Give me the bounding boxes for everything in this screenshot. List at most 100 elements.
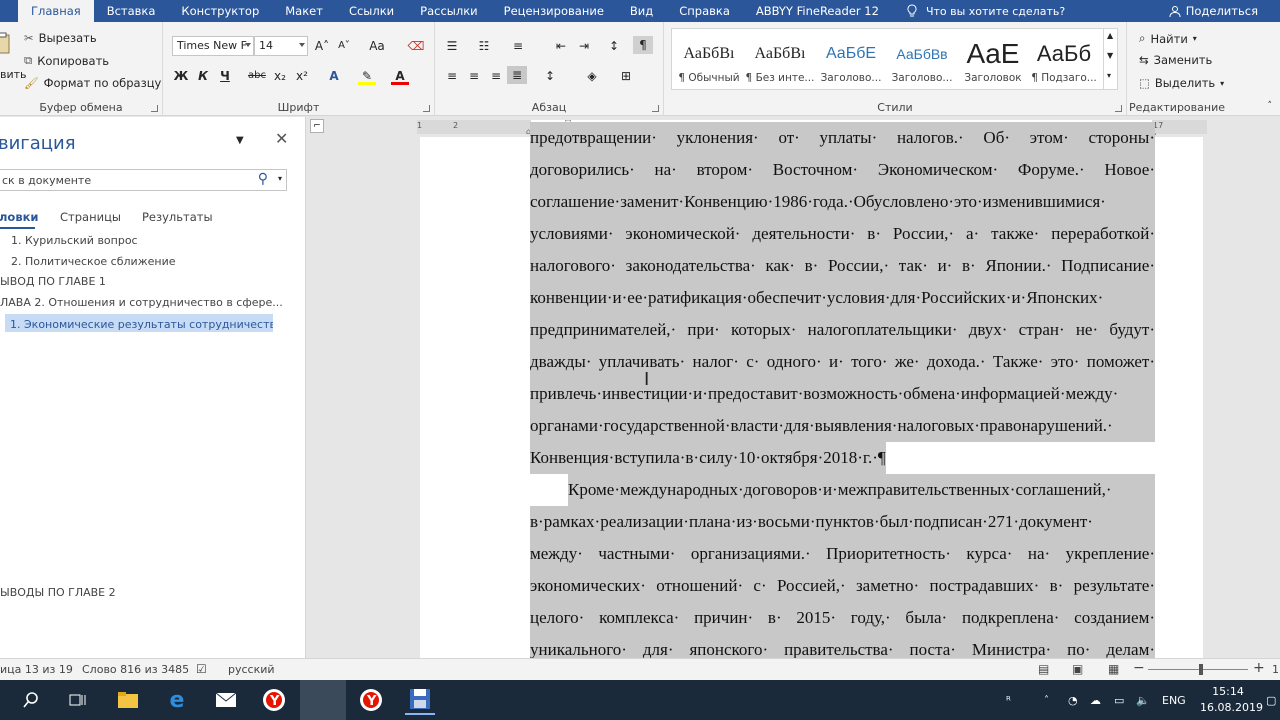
replace-button[interactable]: ⇆ Заменить: [1139, 53, 1212, 67]
style-normal[interactable]: АаБбВı ¶ Обычный: [674, 36, 744, 94]
nav-heading-item[interactable]: ЫВОДЫ ПО ГЛАВЕ 2: [0, 586, 116, 599]
ribbon-tab-3[interactable]: Макет: [272, 0, 336, 22]
mail-icon[interactable]: [211, 685, 241, 715]
text-effects-icon[interactable]: A: [325, 67, 343, 85]
print-layout-icon[interactable]: ▣: [1072, 662, 1083, 676]
nav-tab-results[interactable]: Результаты: [142, 210, 213, 224]
task-view-icon[interactable]: [63, 685, 93, 715]
style-heading-1[interactable]: АаБбЕ Заголово...: [816, 36, 886, 94]
show-formatting-button[interactable]: ¶: [633, 36, 653, 54]
styles-scroll[interactable]: ▲ ▼ ▾: [1103, 29, 1117, 89]
chevron-down-icon[interactable]: ▾: [278, 174, 282, 183]
zoom-out-button[interactable]: −: [1133, 660, 1145, 676]
ribbon-tab-4[interactable]: Ссылки: [336, 0, 407, 22]
format-painter-button[interactable]: 🖌 Формат по образцу: [24, 76, 161, 90]
decrease-indent-icon[interactable]: ⇤: [552, 37, 570, 55]
borders-icon[interactable]: ⊞: [617, 67, 635, 85]
ribbon-tab-6[interactable]: Рецензирование: [491, 0, 617, 22]
align-center-icon[interactable]: ≡: [465, 67, 483, 85]
paragraph-launcher-icon[interactable]: [652, 105, 659, 112]
save-app-icon[interactable]: [405, 685, 435, 715]
taskbar-active-slot[interactable]: [300, 680, 346, 720]
nav-heading-item[interactable]: ЛАВА 2. Отношения и сотрудничество в сфе…: [0, 296, 283, 309]
align-left-icon[interactable]: ≡: [443, 67, 461, 85]
paste-label[interactable]: вить: [0, 68, 27, 81]
copy-button[interactable]: ⧉ Копировать: [24, 53, 109, 68]
share-button[interactable]: Поделиться: [1169, 0, 1258, 22]
ribbon-tab-9[interactable]: ABBYY FineReader 12: [743, 0, 892, 22]
document-text[interactable]: предотвращении· уклонения· от· уплаты· н…: [530, 122, 1155, 658]
proofing-icon[interactable]: ☑: [196, 662, 207, 676]
nav-tab-pages[interactable]: Страницы: [60, 210, 121, 224]
styles-more-icon[interactable]: ▾: [1107, 71, 1111, 80]
volume-icon[interactable]: 🔈: [1136, 680, 1150, 720]
styles-launcher-icon[interactable]: [1115, 105, 1122, 112]
font-name-select[interactable]: Times New F: [172, 36, 254, 56]
ribbon-tab-1[interactable]: Вставка: [94, 0, 169, 22]
ribbon-tab-5[interactable]: Рассылки: [407, 0, 490, 22]
zoom-percent[interactable]: 1: [1272, 663, 1279, 676]
sort-icon[interactable]: ↕: [605, 37, 623, 55]
battery-icon[interactable]: ▭: [1114, 680, 1124, 720]
search-icon[interactable]: [16, 685, 46, 715]
cut-button[interactable]: ✂ Вырезать: [24, 31, 97, 45]
page-count[interactable]: ица 13 из 19: [0, 663, 73, 676]
yandex-browser-icon[interactable]: Y: [259, 685, 289, 715]
notifications-icon[interactable]: ▢: [1266, 680, 1276, 720]
font-size-select[interactable]: 14: [254, 36, 308, 56]
nav-tab-headings[interactable]: ловки: [0, 210, 38, 224]
style-title[interactable]: AaE Заголовок: [958, 36, 1028, 94]
clock[interactable]: 15:14 16.08.2019: [1200, 684, 1263, 716]
font-launcher-icon[interactable]: [423, 105, 430, 112]
select-button[interactable]: ⬚ Выделить ▾: [1139, 76, 1224, 90]
find-button[interactable]: ⌕ Найти ▾: [1139, 31, 1197, 46]
read-mode-icon[interactable]: ▤: [1038, 662, 1049, 676]
styles-up-icon[interactable]: ▲: [1107, 31, 1113, 40]
tab-selector-icon[interactable]: ⌐: [310, 119, 324, 133]
yandex-icon[interactable]: Y: [356, 685, 386, 715]
style-subtitle[interactable]: АаБб ¶ Подзаго...: [1029, 36, 1099, 94]
highlight-icon[interactable]: ✎: [358, 67, 376, 85]
numbering-icon[interactable]: ☷: [475, 37, 493, 55]
shrink-font-button[interactable]: A˅: [335, 37, 353, 55]
styles-down-icon[interactable]: ▼: [1107, 51, 1113, 60]
web-layout-icon[interactable]: ▦: [1108, 662, 1119, 676]
cloud-icon[interactable]: ☁: [1090, 680, 1101, 720]
ribbon-tab-8[interactable]: Справка: [666, 0, 743, 22]
font-color-icon[interactable]: A: [391, 67, 409, 85]
align-right-icon[interactable]: ≡: [487, 67, 505, 85]
input-language[interactable]: ENG: [1162, 680, 1186, 720]
italic-button[interactable]: К: [194, 67, 212, 85]
grow-font-button[interactable]: A˄: [313, 37, 331, 55]
strikethrough-button[interactable]: abc: [248, 67, 266, 85]
nav-heading-item[interactable]: 1. Курильский вопрос: [11, 234, 138, 247]
nav-heading-item[interactable]: 2. Политическое сближение: [11, 255, 175, 268]
ribbon-tab-2[interactable]: Конструктор: [168, 0, 272, 22]
nav-heading-item[interactable]: ЫВОД ПО ГЛАВЕ 1: [0, 275, 106, 288]
clear-formatting-icon[interactable]: ⌫: [407, 37, 425, 55]
network-icon[interactable]: ◔: [1068, 680, 1078, 720]
clipboard-launcher-icon[interactable]: [151, 105, 158, 112]
underline-button[interactable]: Ч: [216, 67, 234, 85]
multilevel-list-icon[interactable]: ≡: [509, 37, 527, 55]
ribbon-tab-0[interactable]: Главная: [18, 0, 94, 22]
zoom-in-button[interactable]: +: [1253, 660, 1265, 676]
style-heading-2[interactable]: АаБбВв Заголово...: [887, 36, 957, 94]
justify-icon[interactable]: ≣: [507, 66, 527, 84]
nav-heading-item-selected[interactable]: 1. Экономические результаты сотрудничест…: [5, 314, 273, 332]
collapse-ribbon-icon[interactable]: ˄: [1268, 101, 1273, 111]
superscript-button[interactable]: x²: [293, 67, 311, 85]
shading-icon[interactable]: ◈: [583, 67, 601, 85]
search-icon[interactable]: ⚲: [258, 171, 268, 187]
subscript-button[interactable]: x₂: [271, 67, 289, 85]
bullets-icon[interactable]: ☰: [443, 37, 461, 55]
word-count[interactable]: Слово 816 из 3485: [82, 663, 189, 676]
nav-options-icon[interactable]: ▼: [236, 135, 244, 146]
close-icon[interactable]: ✕: [275, 129, 288, 148]
style-no-spacing[interactable]: АаБбВı ¶ Без инте...: [745, 36, 815, 94]
bold-button[interactable]: Ж: [172, 67, 190, 85]
language-indicator[interactable]: русский: [228, 663, 275, 676]
ribbon-tab-7[interactable]: Вид: [617, 0, 666, 22]
zoom-slider-thumb[interactable]: [1199, 664, 1203, 675]
file-explorer-icon[interactable]: [113, 685, 143, 715]
